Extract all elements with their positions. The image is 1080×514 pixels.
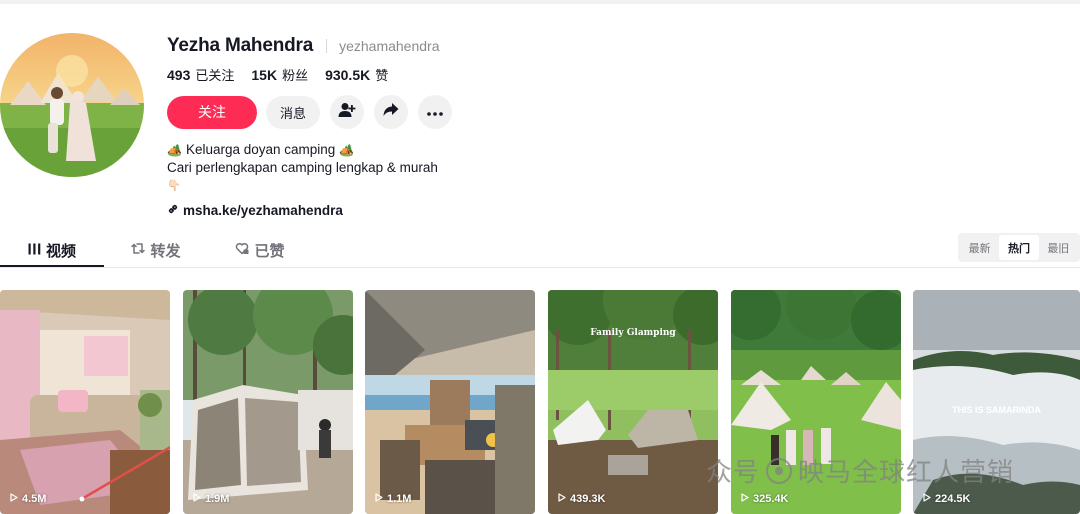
- bio-line-1: 🏕️ Keluarga doyan camping 🏕️: [167, 141, 767, 159]
- play-icon: [10, 493, 22, 505]
- add-user-icon: [338, 102, 356, 123]
- view-count: 224.5K: [923, 493, 970, 505]
- sort-latest-button[interactable]: 最新: [960, 235, 999, 260]
- view-count-text: 439.3K: [570, 493, 606, 505]
- watermark-text-right: 映马全球红人营销: [798, 457, 1015, 487]
- watermark-logo-icon: [766, 457, 793, 484]
- view-count-text: 1.9M: [205, 493, 230, 505]
- view-count: 325.4K: [741, 493, 788, 505]
- play-icon: [375, 493, 387, 505]
- video-caption: THIS IS SAMARINDA: [951, 405, 1041, 415]
- top-border: [0, 0, 1080, 4]
- play-icon: [923, 493, 935, 505]
- follow-button[interactable]: 关注: [167, 95, 257, 129]
- repost-icon: [131, 242, 150, 259]
- bio-line-2: Cari perlengkapan camping lengkap & mura…: [167, 159, 767, 177]
- tab-reposts[interactable]: 转发: [104, 232, 208, 268]
- bio-line-3: 👇🏻: [167, 177, 767, 195]
- stat-label: 粉丝: [282, 67, 309, 83]
- profile-link-text: msha.ke/yezhamahendra: [183, 203, 343, 218]
- heart-lock-icon: [235, 242, 254, 259]
- profile-link[interactable]: msha.ke/yezhamahendra: [167, 203, 767, 218]
- stat-value: 15K: [251, 66, 278, 83]
- message-button[interactable]: 消息: [266, 95, 320, 129]
- view-count-text: 1.1M: [387, 493, 412, 505]
- video-card[interactable]: 1.1M: [365, 290, 535, 514]
- video-thumbnail: [0, 290, 170, 514]
- view-count: 4.5M: [10, 493, 46, 505]
- tab-liked[interactable]: 已赞: [208, 232, 312, 268]
- tab-videos[interactable]: 视频: [0, 232, 104, 268]
- tab-label: 已赞: [254, 242, 285, 260]
- stat-followers[interactable]: 15K 粉丝: [251, 65, 308, 84]
- stat-likes: 930.5K 赞: [325, 65, 388, 84]
- stat-label: 赞: [375, 67, 389, 83]
- actions-row: 关注 消息: [167, 95, 767, 129]
- profile-info: Yezha Mahendra yezhamahendra 493 已关注 15K…: [167, 33, 767, 218]
- video-thumbnail: [183, 290, 353, 514]
- view-count-text: 224.5K: [935, 493, 971, 505]
- share-icon: [383, 102, 399, 122]
- view-count: 1.1M: [375, 493, 411, 505]
- pointing-down-icon: 👇🏻: [167, 180, 181, 192]
- display-name: Yezha Mahendra: [167, 35, 314, 56]
- bio-text-1: Keluarga doyan camping: [185, 142, 336, 157]
- profile-tabs: 视频 转发 已赞: [0, 232, 460, 268]
- watermark: 众号 映马全球红人营销: [706, 452, 1014, 489]
- sort-popular-button[interactable]: 热门: [999, 235, 1039, 260]
- username: yezhamahendra: [339, 38, 440, 54]
- tab-label: 视频: [45, 242, 76, 260]
- name-separator: [326, 39, 328, 53]
- link-icon: [167, 203, 183, 218]
- tab-label: 转发: [150, 242, 181, 260]
- stat-value: 493: [167, 66, 191, 83]
- video-card[interactable]: Family Glamping 439.3K: [548, 290, 718, 514]
- view-count-text: 325.4K: [753, 493, 789, 505]
- avatar[interactable]: [0, 33, 144, 177]
- view-count-text: 4.5M: [22, 493, 47, 505]
- stat-value: 930.5K: [325, 66, 371, 83]
- tabs-divider: [0, 267, 1080, 268]
- video-thumbnail: [365, 290, 535, 514]
- bio: 🏕️ Keluarga doyan camping 🏕️ Cari perlen…: [167, 141, 767, 195]
- sort-oldest-button[interactable]: 最旧: [1039, 235, 1078, 260]
- grid-icon: [28, 242, 46, 259]
- bio-text-2: Cari perlengkapan camping lengkap & mura…: [167, 160, 438, 175]
- video-caption: Family Glamping: [590, 328, 676, 338]
- play-icon: [741, 493, 753, 505]
- name-row: Yezha Mahendra yezhamahendra: [167, 33, 767, 59]
- sort-toggle: 最新 热门 最旧: [958, 233, 1080, 262]
- stat-following[interactable]: 493 已关注: [167, 65, 234, 84]
- video-thumbnail: [548, 290, 718, 514]
- more-button[interactable]: [418, 95, 452, 129]
- watermark-text-left: 众号: [706, 457, 761, 487]
- share-button[interactable]: [374, 95, 408, 129]
- camping-icon: 🏕️: [339, 143, 355, 157]
- play-icon: [558, 493, 570, 505]
- stat-label: 已关注: [195, 67, 235, 83]
- stats-row: 493 已关注 15K 粉丝 930.5K 赞: [167, 63, 767, 85]
- view-count: 1.9M: [193, 493, 229, 505]
- video-card[interactable]: 4.5M: [0, 290, 170, 514]
- view-count: 439.3K: [558, 493, 605, 505]
- video-card[interactable]: 1.9M: [183, 290, 353, 514]
- play-icon: [193, 493, 205, 505]
- camping-icon: 🏕️: [167, 143, 182, 157]
- add-friend-button[interactable]: [330, 95, 364, 129]
- more-icon: [427, 103, 443, 121]
